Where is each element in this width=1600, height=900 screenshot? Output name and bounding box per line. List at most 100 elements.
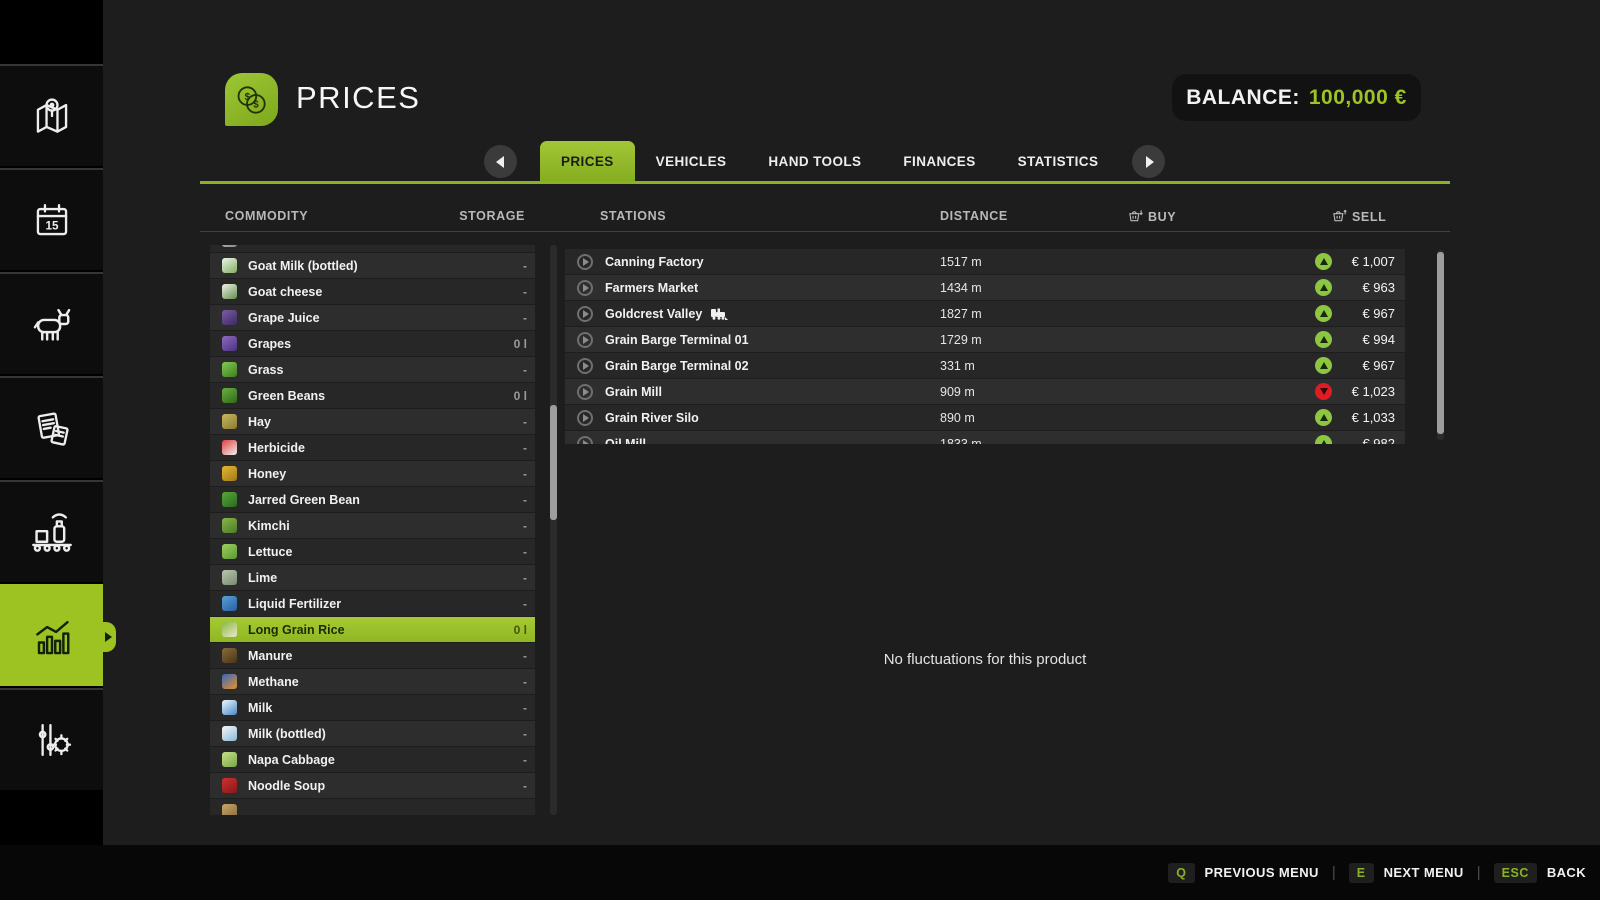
hint-back[interactable]: ESC BACK bbox=[1494, 863, 1586, 883]
commodity-scrollbar[interactable] bbox=[550, 245, 557, 815]
cow-icon bbox=[26, 298, 78, 350]
station-name: Goldcrest Valley bbox=[605, 307, 702, 321]
tabs-prev-button[interactable] bbox=[484, 145, 517, 178]
commodity-row[interactable]: Kimchi - bbox=[210, 513, 535, 538]
col-stations: STATIONS bbox=[600, 209, 666, 223]
commodity-row[interactable]: Noodle Soup - bbox=[210, 773, 535, 798]
commodity-row[interactable]: Manure - bbox=[210, 643, 535, 668]
tab[interactable]: HAND TOOLS bbox=[747, 141, 882, 182]
sidebar-item-production[interactable] bbox=[0, 480, 103, 582]
commodity-row[interactable]: Goat Milk (bottled) - bbox=[210, 253, 535, 278]
station-name: Canning Factory bbox=[605, 255, 704, 269]
prices-badge: $ $ bbox=[225, 73, 278, 126]
station-name: Oil Mill bbox=[605, 437, 646, 445]
hint-separator: | bbox=[1477, 864, 1481, 881]
commodity-row[interactable]: Lettuce - bbox=[210, 539, 535, 564]
col-buy: BUY bbox=[1128, 209, 1176, 224]
commodity-storage-value: - bbox=[523, 519, 527, 533]
commodity-row[interactable]: Lime - bbox=[210, 565, 535, 590]
commodity-row[interactable] bbox=[210, 799, 535, 815]
commodity-name: Goat Milk (bottled) bbox=[248, 259, 358, 273]
commodity-name: Jarred Green Bean bbox=[248, 493, 360, 507]
station-marker-icon bbox=[577, 332, 593, 348]
station-sell-price-group: € 963 bbox=[1315, 279, 1395, 296]
commodity-row[interactable]: Grape Juice - bbox=[210, 305, 535, 330]
station-row[interactable]: Grain Mill 909 m € 1,023 bbox=[565, 379, 1405, 404]
basket-sell-icon bbox=[1332, 209, 1347, 223]
commodity-row[interactable]: Grapes 0 l bbox=[210, 331, 535, 356]
commodity-icon bbox=[222, 648, 237, 663]
commodity-name: Grapes bbox=[248, 337, 291, 351]
commodity-scrollbar-thumb[interactable] bbox=[550, 405, 557, 520]
sidebar-item-calendar[interactable]: 15 bbox=[0, 168, 103, 270]
price-trend-icon bbox=[1315, 253, 1332, 270]
stations-scrollbar-thumb[interactable] bbox=[1437, 252, 1444, 434]
sidebar-item-prices[interactable] bbox=[0, 584, 103, 686]
station-row[interactable]: Oil Mill 1833 m € 982 bbox=[565, 431, 1405, 444]
no-fluctuations-note: No fluctuations for this product bbox=[565, 651, 1405, 668]
tab[interactable]: VEHICLES bbox=[635, 141, 748, 182]
commodity-storage-value: - bbox=[523, 311, 527, 325]
commodity-storage-value: - bbox=[523, 493, 527, 507]
commodity-row[interactable]: Liquid Fertilizer - bbox=[210, 591, 535, 616]
station-row[interactable]: Grain River Silo 890 m € 1,033 bbox=[565, 405, 1405, 430]
production-icon bbox=[26, 506, 78, 558]
commodity-row[interactable]: Herbicide - bbox=[210, 435, 535, 460]
commodity-storage-value: - bbox=[523, 701, 527, 715]
station-name: Farmers Market bbox=[605, 281, 698, 295]
commodity-icon bbox=[222, 466, 237, 481]
col-sell: SELL bbox=[1332, 209, 1386, 224]
commodity-name: Napa Cabbage bbox=[248, 753, 335, 767]
commodity-storage-value: - bbox=[523, 649, 527, 663]
commodity-icon bbox=[222, 726, 237, 741]
commodity-row[interactable]: Goat cheese - bbox=[210, 279, 535, 304]
sidebar-item-animals[interactable] bbox=[0, 272, 103, 374]
sidebar-selected-marker bbox=[101, 622, 116, 652]
commodity-icon bbox=[222, 752, 237, 767]
station-row[interactable]: Canning Factory 1517 m € 1,007 bbox=[565, 249, 1405, 274]
tab[interactable]: STATISTICS bbox=[997, 141, 1120, 182]
tab[interactable]: PRICES bbox=[540, 141, 635, 182]
sidebar-item-contracts[interactable] bbox=[0, 376, 103, 478]
commodity-row[interactable]: Napa Cabbage - bbox=[210, 747, 535, 772]
price-trend-icon bbox=[1315, 305, 1332, 322]
commodity-row[interactable]: Milk - bbox=[210, 695, 535, 720]
commodity-name: Manure bbox=[248, 649, 292, 663]
hint-next-menu[interactable]: E NEXT MENU bbox=[1349, 863, 1464, 883]
commodity-name: Grass bbox=[248, 363, 283, 377]
commodity-icon bbox=[222, 258, 237, 273]
station-row[interactable]: Goldcrest Valley 1827 m € 967 bbox=[565, 301, 1405, 326]
sidebar-item-settings[interactable] bbox=[0, 688, 103, 790]
price-trend-icon bbox=[1315, 357, 1332, 374]
station-distance: 1517 m bbox=[940, 255, 982, 269]
commodity-row[interactable]: Honey - bbox=[210, 461, 535, 486]
commodity-row[interactable]: Methane - bbox=[210, 669, 535, 694]
key-e: E bbox=[1349, 863, 1374, 883]
hint-previous-menu[interactable]: Q PREVIOUS MENU bbox=[1168, 863, 1319, 883]
station-row[interactable]: Grain Barge Terminal 02 331 m € 967 bbox=[565, 353, 1405, 378]
commodity-row[interactable]: Grass - bbox=[210, 357, 535, 382]
col-distance: DISTANCE bbox=[940, 209, 1008, 223]
stations-scrollbar[interactable] bbox=[1437, 250, 1444, 440]
commodity-row[interactable]: Green Beans 0 l bbox=[210, 383, 535, 408]
commodity-storage-value: - bbox=[523, 753, 527, 767]
commodity-icon bbox=[222, 284, 237, 299]
commodity-icon bbox=[222, 778, 237, 793]
commodity-storage-value: - bbox=[523, 467, 527, 481]
station-row[interactable]: Farmers Market 1434 m € 963 bbox=[565, 275, 1405, 300]
station-row[interactable]: Grain Barge Terminal 01 1729 m € 994 bbox=[565, 327, 1405, 352]
commodity-icon bbox=[222, 440, 237, 455]
commodity-row[interactable]: Long Grain Rice 0 l bbox=[210, 617, 535, 642]
tabs-next-button[interactable] bbox=[1132, 145, 1165, 178]
commodity-row[interactable] bbox=[210, 245, 535, 252]
commodity-name: Goat cheese bbox=[248, 285, 322, 299]
sidebar-item-map[interactable] bbox=[0, 64, 103, 166]
commodity-row[interactable]: Milk (bottled) - bbox=[210, 721, 535, 746]
station-name: Grain River Silo bbox=[605, 411, 699, 425]
commodity-row[interactable]: Hay - bbox=[210, 409, 535, 434]
tab[interactable]: FINANCES bbox=[882, 141, 996, 182]
commodity-storage-value: 0 l bbox=[514, 623, 527, 637]
commodity-row[interactable]: Jarred Green Bean - bbox=[210, 487, 535, 512]
svg-text:$: $ bbox=[253, 99, 259, 110]
col-commodity: COMMODITY bbox=[225, 209, 308, 223]
